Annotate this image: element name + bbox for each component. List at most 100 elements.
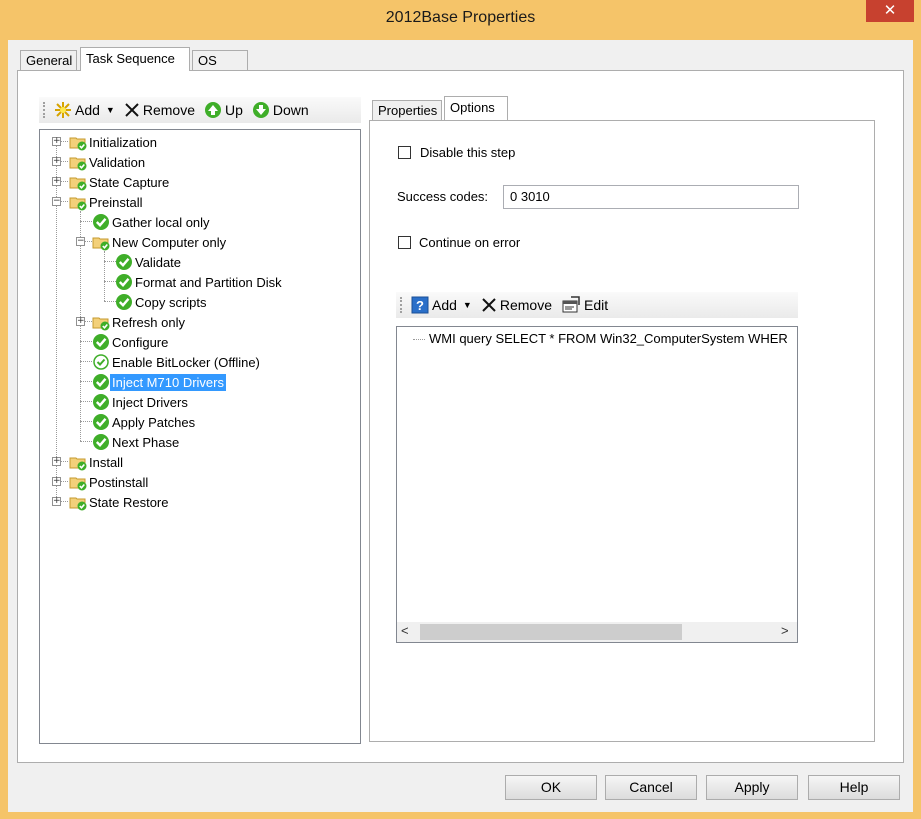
tree-item[interactable]: Validate [115,252,183,272]
expand-icon[interactable]: + [52,457,61,466]
green-check-icon [93,214,109,230]
green-check-icon [93,394,109,410]
remove-step-button[interactable]: Remove [124,102,195,118]
tree-item[interactable]: Install [69,452,125,472]
folder-check-icon [69,497,87,511]
window-frame-bottom [0,812,921,819]
remove-condition-button[interactable]: Remove [481,297,552,313]
tree-item[interactable]: Refresh only [92,312,187,332]
folder-check-icon [92,237,110,251]
condition-item[interactable]: WMI query SELECT * FROM Win32_ComputerSy… [429,331,797,346]
folder-check-icon [69,137,87,151]
tree-connector [413,339,425,340]
folder-check-icon [69,177,87,191]
folder-check-icon [69,197,87,211]
folder-check-icon [69,157,87,171]
tree-item-label: State Capture [89,174,170,190]
green-check-icon [116,274,132,290]
toolbar-grip[interactable] [400,297,405,313]
disable-step-checkbox[interactable] [398,146,411,159]
tab-os-info[interactable]: OS Info [192,50,248,88]
tree-item[interactable]: Enable BitLocker (Offline) [92,352,262,372]
tree-item-label: Configure [112,334,169,350]
tree-item-label: Inject Drivers [112,394,188,410]
scroll-right-icon[interactable]: > [781,623,789,638]
add-step-button[interactable]: Add ▼ [54,101,115,119]
green-check-icon [116,254,132,270]
conditions-list[interactable] [396,326,798,643]
move-down-button[interactable]: Down [252,101,309,119]
scroll-left-icon[interactable]: < [401,623,409,638]
close-button[interactable]: ✕ [866,0,914,22]
expand-icon[interactable]: + [52,177,61,186]
continue-on-error-checkbox[interactable] [398,236,411,249]
move-up-button[interactable]: Up [204,101,243,119]
apply-button[interactable]: Apply [706,775,798,800]
expand-icon[interactable]: + [52,497,61,506]
tab-properties[interactable]: Properties [372,100,442,120]
tree-item[interactable]: New Computer only [92,232,228,252]
tab-general[interactable]: General [20,50,77,70]
tree-item-label: Validate [135,254,182,270]
add-condition-label: Add [432,297,457,313]
tree-connector [80,361,92,362]
add-condition-button[interactable]: ? Add ▼ [411,296,472,314]
disabled-check-icon [93,354,109,370]
tree-item-label: Format and Partition Disk [135,274,282,290]
expand-icon[interactable]: + [52,157,61,166]
tree-item-label: Initialization [89,134,157,150]
tab-options[interactable]: Options [444,96,508,120]
collapse-icon[interactable]: − [76,237,85,246]
tree-item[interactable]: State Restore [69,492,171,512]
move-up-label: Up [224,102,243,118]
tree-connector [80,421,92,422]
success-codes-label: Success codes: [397,189,489,204]
window-title: 2012Base Properties [385,9,536,26]
remove-x-icon [482,298,496,312]
expand-icon[interactable]: + [52,477,61,486]
tree-item-label: Next Phase [112,434,180,450]
tree-item[interactable]: Next Phase [92,432,181,452]
expand-icon[interactable]: + [52,137,61,146]
edit-condition-label: Edit [583,297,609,313]
tree-item[interactable]: State Capture [69,172,171,192]
tree-item[interactable]: Postinstall [69,472,150,492]
window-frame-right [913,40,921,819]
tree-item-label: Preinstall [89,194,143,210]
add-sparkle-icon [55,102,71,118]
tree-item[interactable]: Preinstall [69,192,144,212]
tree-item[interactable]: Copy scripts [115,292,209,312]
tree-connector [104,251,105,301]
tree-item[interactable]: Apply Patches [92,412,197,432]
tree-item-label: Install [89,454,123,470]
down-arrow-icon [252,102,269,118]
move-down-label: Down [272,102,309,118]
ok-button[interactable]: OK [505,775,597,800]
tree-item[interactable]: Validation [69,152,147,172]
success-codes-field[interactable]: 0 3010 [503,185,799,209]
tree-connector [80,441,92,442]
tree-item[interactable]: Initialization [69,132,159,152]
toolbar-grip[interactable] [43,102,48,118]
cancel-button[interactable]: Cancel [605,775,697,800]
properties-icon [562,296,580,313]
tree-item[interactable]: Inject Drivers [92,392,190,412]
collapse-icon[interactable]: − [52,197,61,206]
tab-task-sequence[interactable]: Task Sequence [80,47,190,71]
tree-connector [80,341,92,342]
scroll-thumb[interactable] [420,624,682,640]
tree-connector [56,141,57,501]
edit-condition-button[interactable]: Edit [561,296,608,314]
folder-check-icon [69,477,87,491]
tree-item[interactable]: Gather local only [92,212,212,232]
tree-connector [80,401,92,402]
tree-item[interactable]: Inject M710 Drivers [92,372,226,392]
tree-item[interactable]: Configure [92,332,170,352]
tree-item-label: Postinstall [89,474,149,490]
continue-on-error-label: Continue on error [419,235,521,250]
expand-icon[interactable]: + [76,317,85,326]
dropdown-arrow-icon: ▼ [462,300,472,310]
help-button[interactable]: Help [808,775,900,800]
tree-item[interactable]: Format and Partition Disk [115,272,284,292]
tree-connector [80,381,92,382]
